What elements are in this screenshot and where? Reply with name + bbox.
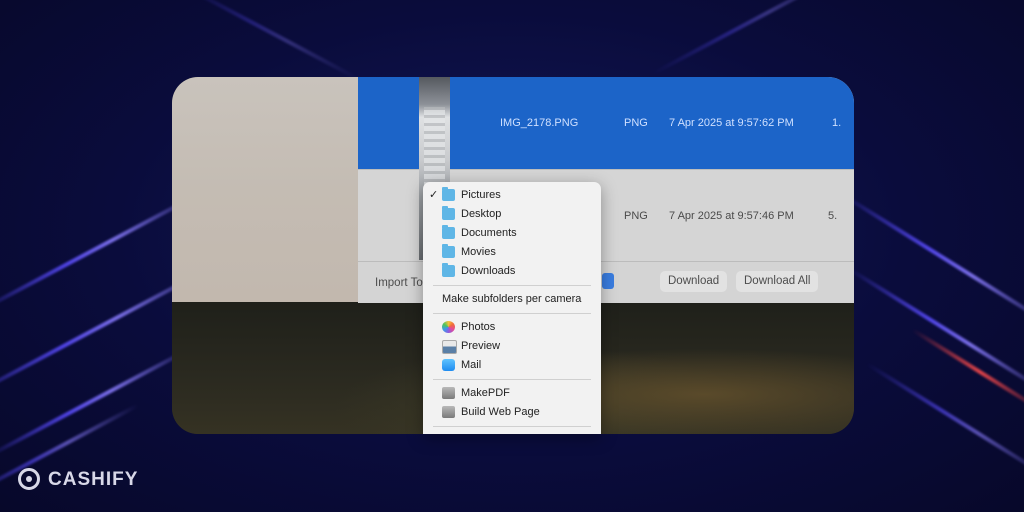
download-all-button[interactable]: Download All	[736, 271, 819, 292]
file-date: 7 Apr 2025 at 9:57:62 PM	[669, 117, 794, 129]
menu-separator	[433, 426, 591, 427]
menu-separator	[433, 379, 591, 380]
cashify-logo-icon	[18, 468, 40, 490]
file-date: 7 Apr 2025 at 9:57:46 PM	[669, 210, 794, 222]
download-button[interactable]: Download	[660, 271, 728, 292]
folder-icon	[442, 206, 455, 220]
file-size: 1.	[832, 117, 842, 129]
menu-item-documents[interactable]: Documents	[423, 224, 601, 243]
automator-icon	[442, 406, 455, 418]
menu-item-mail[interactable]: Mail	[423, 356, 601, 375]
menu-item-movies[interactable]: Movies	[423, 243, 601, 262]
menu-item-preview[interactable]: Preview	[423, 337, 601, 356]
file-size: 5.	[828, 210, 838, 222]
menu-separator	[433, 313, 591, 314]
import-popup-arrow-icon[interactable]	[602, 273, 614, 289]
menu-item-pictures[interactable]: ✓ Pictures	[423, 186, 601, 205]
menu-item-makepdf[interactable]: MakePDF	[423, 384, 601, 403]
menu-separator	[433, 285, 591, 286]
sidebar-pane	[172, 77, 358, 302]
file-kind: PNG	[624, 117, 648, 129]
import-to-label: Import To	[375, 276, 423, 289]
file-name: IMG_2178.PNG	[500, 117, 579, 129]
menu-item-desktop[interactable]: Desktop	[423, 205, 601, 224]
automator-icon	[442, 387, 455, 399]
preview-app-icon	[442, 340, 457, 354]
import-to-menu: ✓ Pictures Desktop Documents Movies Down…	[423, 182, 601, 434]
folder-icon	[442, 225, 455, 239]
file-kind: PNG	[624, 210, 648, 222]
menu-item-build-web-page[interactable]: Build Web Page	[423, 403, 601, 422]
cashify-brand-text: CASHIFY	[48, 469, 139, 490]
folder-icon	[442, 244, 455, 258]
mail-app-icon	[442, 359, 455, 371]
menu-item-photos[interactable]: Photos	[423, 318, 601, 337]
downloads-folder-icon	[442, 263, 455, 277]
menu-item-downloads[interactable]: Downloads	[423, 262, 601, 281]
folder-icon	[442, 187, 455, 201]
checkmark-icon: ✓	[429, 189, 439, 201]
photos-app-icon	[442, 321, 455, 333]
menu-item-make-subfolders[interactable]: Make subfolders per camera	[423, 290, 601, 309]
